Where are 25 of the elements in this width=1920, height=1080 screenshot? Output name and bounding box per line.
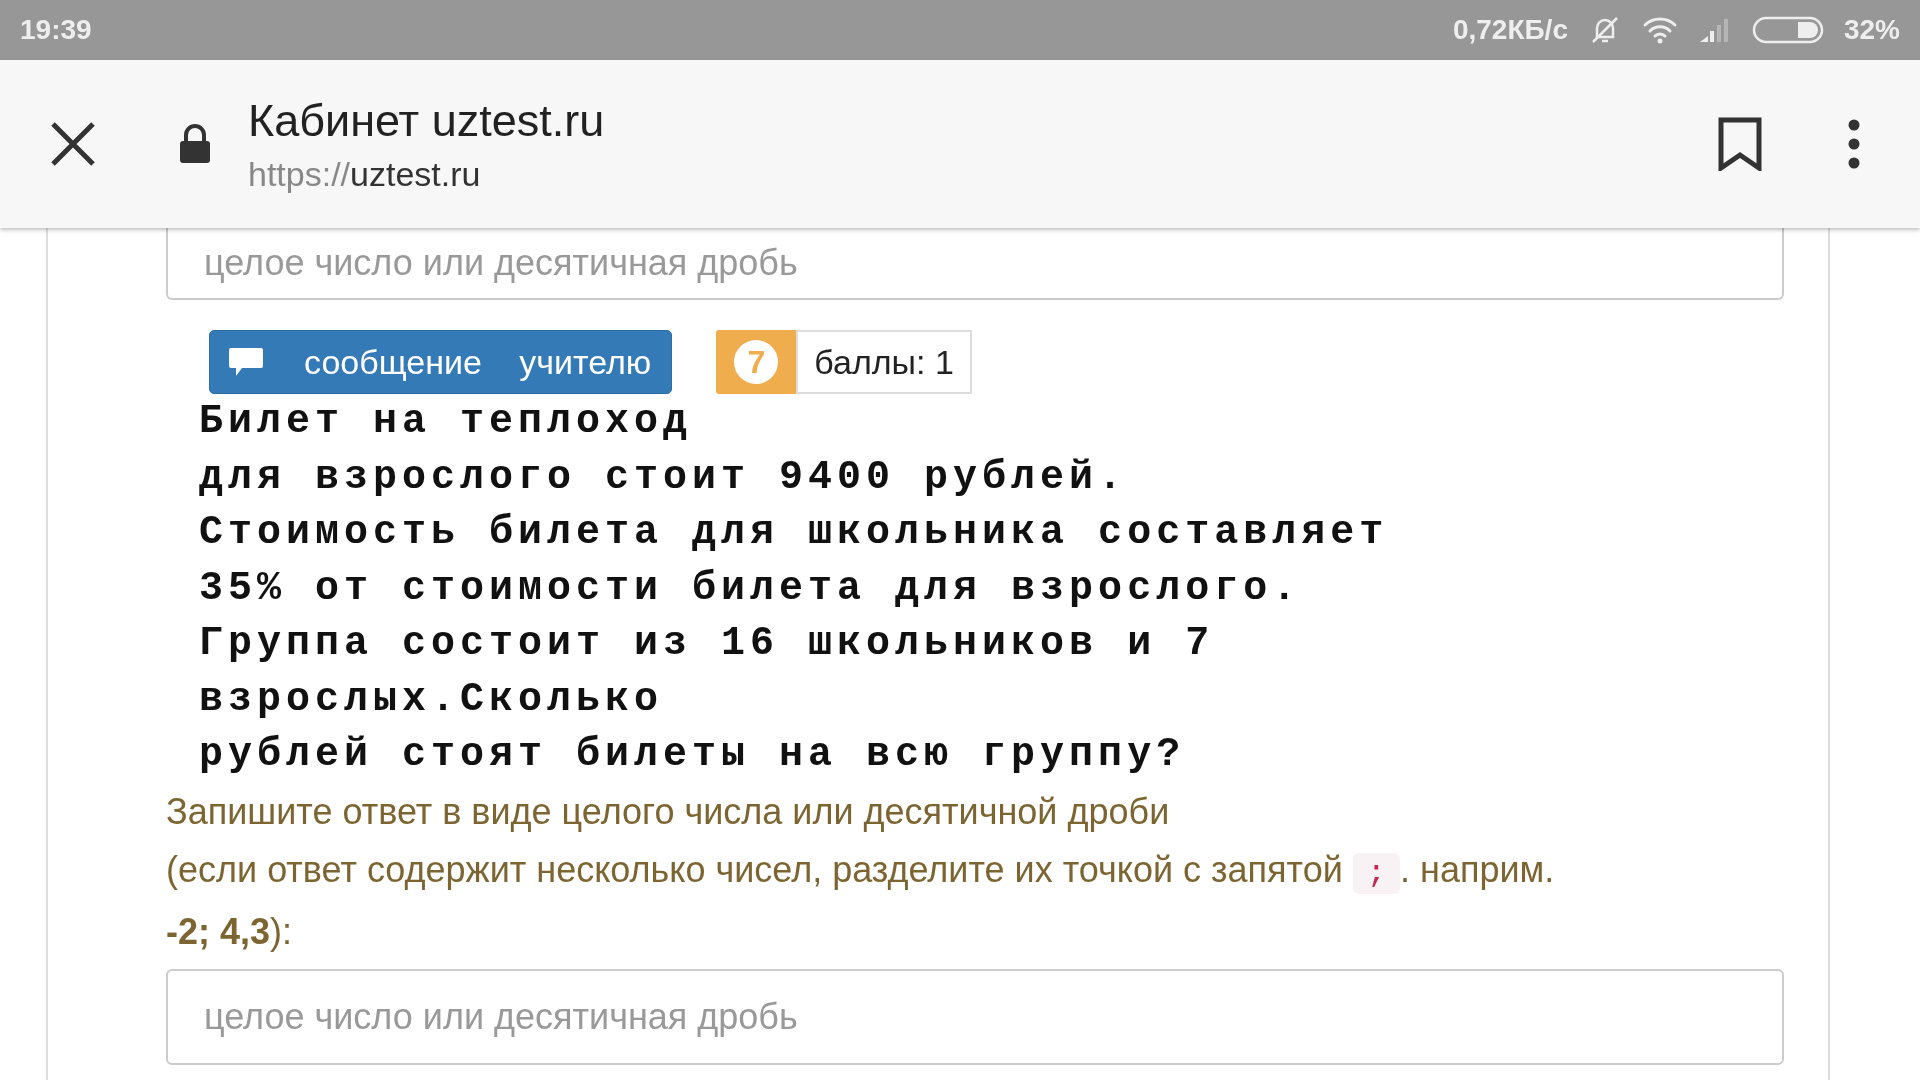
bookmark-icon[interactable] xyxy=(1718,117,1762,171)
problem-text-line: взрослых.Сколько xyxy=(199,675,665,724)
lock-icon xyxy=(178,123,212,165)
status-time: 19:39 xyxy=(20,14,92,46)
problem-text-line: для взрослого стоит 9400 рублей. xyxy=(199,453,1129,502)
instruction-text: Запишите ответ в виде целого числа или десятичной дроби (если ответ содержит несколько чисел, разделите их точкой с запятой ; . наприм. -2; 4,3): xyxy=(166,789,1556,954)
problem-text-line: Билет на теплоход xyxy=(199,398,694,446)
battery-icon xyxy=(1751,16,1824,44)
message-teacher-button[interactable]: сообщение учителю xyxy=(209,330,673,394)
menu-icon[interactable] xyxy=(1848,119,1860,169)
problem-text-line: Стоимость билета для школьника составляет xyxy=(199,509,1390,557)
problem-text-line: 35% от стоимости билета для взрослого. xyxy=(199,564,1303,613)
answer-field[interactable]: целое число или десятичная дробь xyxy=(166,968,1784,1065)
page-url: https://uztest.ru xyxy=(248,154,482,194)
wifi-icon xyxy=(1641,15,1678,45)
score-number: 7 xyxy=(734,340,779,384)
network-speed: 0,72КБ/с xyxy=(1452,14,1568,46)
problem-text-line: рублей стоят билеты на всю группу? xyxy=(199,731,1187,779)
battery-percent: 32% xyxy=(1843,14,1900,46)
problem-text-line: Группа состоит из 16 школьников и 7 xyxy=(199,620,1216,668)
speech-bubble-icon xyxy=(228,346,264,378)
answer-field[interactable]: целое число или десятичная дробь xyxy=(166,228,1784,300)
page-title: Кабинет uztest.ru xyxy=(248,94,606,147)
close-icon[interactable] xyxy=(50,121,96,167)
score-label: баллы: 1 xyxy=(796,330,972,394)
